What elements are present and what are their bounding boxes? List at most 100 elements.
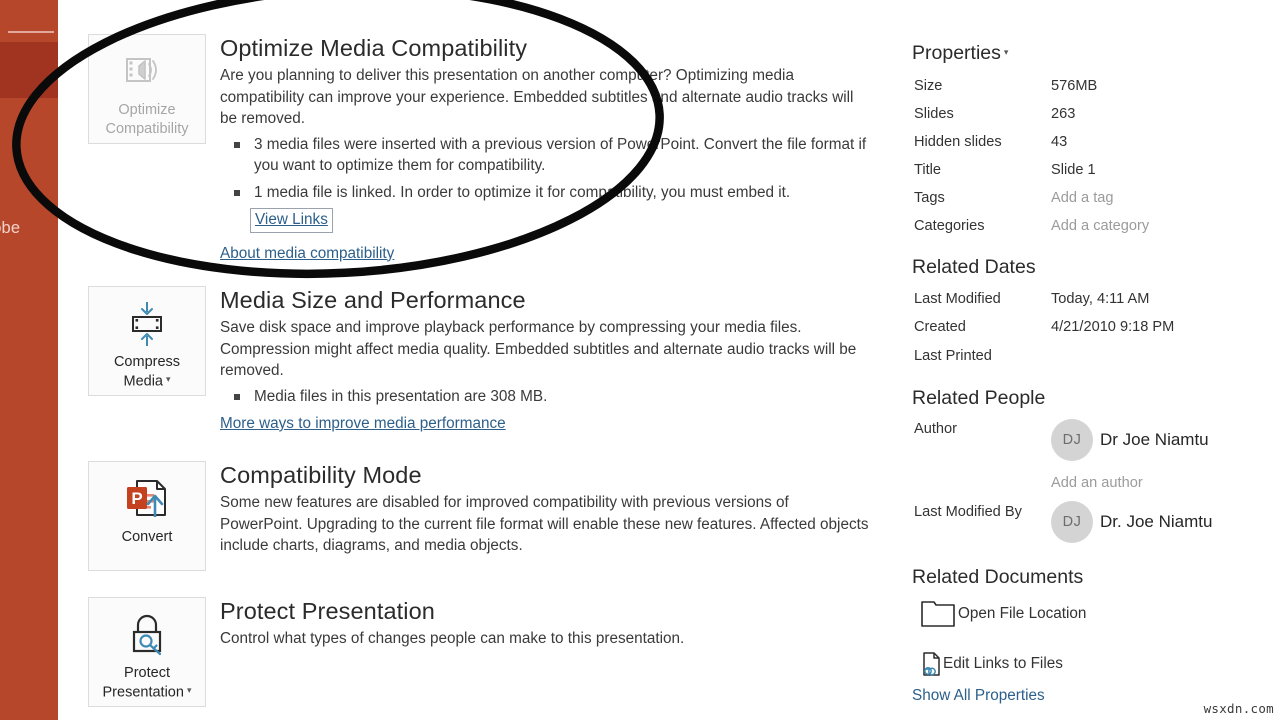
last-modified-by-name[interactable]: Dr. Joe Niamtu xyxy=(1100,511,1212,533)
property-value-hidden-slides[interactable]: 43 xyxy=(1051,132,1067,152)
property-row-size: Size 576MB xyxy=(912,76,1280,104)
date-key-created: Created xyxy=(914,319,966,335)
edit-links-icon xyxy=(921,652,943,676)
protect-presentation-button-label: Protect Presentation ▾ xyxy=(91,664,203,702)
add-an-author-row: Add an author xyxy=(912,473,1280,501)
property-row-slides: Slides 263 xyxy=(912,104,1280,132)
property-row-title: Title Slide 1 xyxy=(912,160,1280,188)
date-value-last-modified: Today, 4:11 AM xyxy=(1051,291,1150,307)
properties-heading[interactable]: Properties ▾ xyxy=(912,41,1008,66)
rail-clipped-label: dobe xyxy=(0,219,21,237)
author-name[interactable]: Dr Joe Niamtu xyxy=(1100,429,1209,451)
compress-label-line2: Media xyxy=(123,373,163,390)
optimize-description: Are you planning to deliver this present… xyxy=(220,67,854,127)
compress-media-icon xyxy=(124,301,170,347)
optimize-body: Optimize Media Compatibility Are you pla… xyxy=(220,34,870,264)
optimize-title: Optimize Media Compatibility xyxy=(220,35,528,61)
convert-button-label: Convert xyxy=(91,528,203,547)
protect-title: Protect Presentation xyxy=(220,598,435,624)
protect-body: Protect Presentation Control what types … xyxy=(220,597,870,650)
compress-label-line1: Compress xyxy=(113,354,181,370)
date-row-last-modified: Last Modified Today, 4:11 AM xyxy=(912,289,1280,317)
date-key-last-modified: Last Modified xyxy=(914,291,1001,307)
property-key-slides: Slides xyxy=(914,106,954,122)
view-links-row: View Links xyxy=(220,208,870,233)
date-value-created: 4/21/2010 9:18 PM xyxy=(1051,319,1175,335)
related-dates-heading: Related Dates xyxy=(912,256,1036,278)
property-value-slides[interactable]: 263 xyxy=(1051,104,1075,124)
more-ways-to-improve-media-performance-link[interactable]: More ways to improve media performance xyxy=(220,415,506,432)
optimize-compatibility-button[interactable]: Optimize Compatibility xyxy=(88,34,206,144)
view-links-focus-frame[interactable]: View Links xyxy=(250,208,333,233)
compress-media-button[interactable]: Compress Media ▾ xyxy=(88,286,206,396)
property-row-hidden-slides: Hidden slides 43 xyxy=(912,132,1280,160)
convert-presentation-icon: P xyxy=(124,476,170,522)
related-people-author-row: Author DJ Dr Joe Niamtu xyxy=(912,419,1280,465)
mediasize-bullet-1: Media files in this presentation are 308… xyxy=(220,386,870,408)
rail-divider xyxy=(8,31,54,33)
edit-links-to-files-label: Edit Links to Files xyxy=(943,655,1063,672)
convert-label: Convert xyxy=(121,529,173,545)
related-people-last-modified-by-row: Last Modified By DJ Dr. Joe Niamtu xyxy=(912,501,1280,547)
add-an-author-field[interactable]: Add an author xyxy=(1051,473,1143,493)
chevron-down-icon[interactable]: ▾ xyxy=(187,681,192,700)
info-main-column: Optimize Compatibility Optimize Media Co… xyxy=(88,0,878,720)
optimize-label-line2: Compatibility xyxy=(105,121,189,137)
property-value-title[interactable]: Slide 1 xyxy=(1051,160,1096,180)
related-people-heading: Related People xyxy=(912,387,1046,409)
avatar[interactable]: DJ xyxy=(1051,419,1093,461)
chevron-down-icon[interactable]: ▾ xyxy=(1004,40,1009,64)
backstage-navigation-rail[interactable]: dobe xyxy=(0,0,58,720)
mediasize-bullet-list: Media files in this presentation are 308… xyxy=(220,386,870,408)
protect-description: Control what types of changes people can… xyxy=(220,630,685,647)
mediasize-body: Media Size and Performance Save disk spa… xyxy=(220,286,870,435)
optimize-label-line1: Optimize xyxy=(118,102,176,118)
more-ways-row: More ways to improve media performance xyxy=(220,413,870,435)
property-key-hidden-slides: Hidden slides xyxy=(914,134,1002,150)
compatibility-body: Compatibility Mode Some new features are… xyxy=(220,461,870,557)
property-key-title: Title xyxy=(914,162,942,178)
protect-presentation-button[interactable]: Protect Presentation ▾ xyxy=(88,597,206,707)
open-file-location-button[interactable]: Open File Location xyxy=(918,600,1086,627)
property-key-tags: Tags xyxy=(914,190,945,206)
convert-button[interactable]: P Convert xyxy=(88,461,206,571)
last-modified-by-key: Last Modified By xyxy=(914,504,1022,520)
mediasize-description: Save disk space and improve playback per… xyxy=(220,319,857,379)
property-row-categories: Categories Add a category xyxy=(912,216,1280,244)
compatibility-description: Some new features are disabled for impro… xyxy=(220,494,869,554)
property-key-size: Size xyxy=(914,78,943,94)
about-media-compatibility-row: About media compatibility xyxy=(220,243,870,265)
svg-text:P: P xyxy=(131,489,142,508)
optimize-bullet-list: 3 media files were inserted with a previ… xyxy=(220,134,870,204)
mediasize-title: Media Size and Performance xyxy=(220,287,526,313)
date-row-last-printed: Last Printed xyxy=(912,346,1280,374)
date-key-last-printed: Last Printed xyxy=(914,348,992,364)
about-media-compatibility-link[interactable]: About media compatibility xyxy=(220,245,394,262)
properties-pane: Properties ▾ Size 576MB Slides 263 Hidden… xyxy=(912,0,1280,720)
view-links-link[interactable]: View Links xyxy=(255,211,328,228)
avatar[interactable]: DJ xyxy=(1051,501,1093,543)
date-row-created: Created 4/21/2010 9:18 PM xyxy=(912,317,1280,345)
related-documents-heading: Related Documents xyxy=(912,566,1084,588)
watermark: wsxdn.com xyxy=(1203,701,1274,716)
compatibility-title: Compatibility Mode xyxy=(220,462,422,488)
protect-label-line2: Presentation xyxy=(102,684,184,701)
property-key-categories: Categories xyxy=(914,218,985,234)
compress-media-button-label: Compress Media ▾ xyxy=(91,353,203,391)
properties-heading-label: Properties xyxy=(912,42,1001,64)
folder-icon xyxy=(918,600,958,627)
protect-label-line1: Protect xyxy=(124,665,170,681)
optimize-bullet-2: 1 media file is linked. In order to opti… xyxy=(220,182,870,204)
optimize-bullet-1: 3 media files were inserted with a previ… xyxy=(220,134,870,177)
property-row-tags: Tags Add a tag xyxy=(912,188,1280,216)
lock-key-icon xyxy=(124,612,170,658)
rail-selected-item[interactable] xyxy=(0,42,58,98)
show-all-properties-link[interactable]: Show All Properties xyxy=(912,685,1045,707)
property-value-size[interactable]: 576MB xyxy=(1051,76,1097,96)
optimize-compatibility-button-label: Optimize Compatibility xyxy=(91,101,203,139)
property-value-categories[interactable]: Add a category xyxy=(1051,216,1149,236)
show-all-properties-row: Show All Properties xyxy=(912,685,1045,707)
edit-links-to-files-button[interactable]: Edit Links to Files xyxy=(921,652,1063,676)
chevron-down-icon[interactable]: ▾ xyxy=(166,370,171,389)
property-value-tags[interactable]: Add a tag xyxy=(1051,188,1113,208)
